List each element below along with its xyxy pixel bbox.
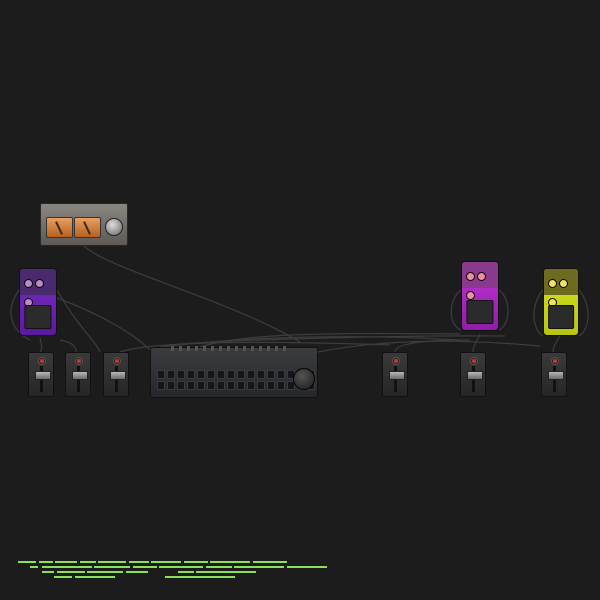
cable [533,289,544,337]
log-line [30,566,330,568]
cable [83,245,301,343]
sequencer-step-button[interactable] [217,381,225,390]
channel-fader-handle[interactable] [72,371,88,380]
pedal-knob[interactable] [35,279,44,288]
pedal-footswitch[interactable] [24,305,52,329]
sequencer-step-button[interactable] [197,381,205,390]
pedal-knob[interactable] [548,279,557,288]
cable-layer [10,245,589,353]
pedal-knob[interactable] [477,272,486,281]
cable [450,289,462,331]
sequencer-step-button[interactable] [247,381,255,390]
channel-fader-handle[interactable] [548,371,564,380]
channel-fader-handle[interactable] [110,371,126,380]
channel-strip[interactable] [460,352,486,397]
channel-led-icon [113,357,121,365]
pedal-control-panel [544,269,578,307]
sequencer-step-button[interactable] [177,381,185,390]
log-line [42,571,302,573]
channel-fader-handle[interactable] [389,371,405,380]
cable [498,289,509,331]
channel-fader-handle[interactable] [35,371,51,380]
sequencer-step-button[interactable] [237,381,245,390]
cable [472,333,481,353]
channel-strip[interactable] [382,352,408,397]
pedal-knob[interactable] [466,291,475,300]
channel-led-icon [392,357,400,365]
channel-led-icon [38,357,46,365]
sequencer-tempo-dial[interactable] [293,368,315,390]
sequencer-row [157,364,317,379]
cable [317,340,541,353]
patch-canvas[interactable] [0,0,600,600]
cable [39,337,43,353]
sequencer-step-button[interactable] [207,381,215,390]
pedal-footswitch[interactable] [466,300,494,324]
cable [59,339,77,353]
channel-fader-handle[interactable] [467,371,483,380]
step-sequencer[interactable] [150,346,318,398]
sequencer-step-button[interactable] [157,381,165,390]
channel-led-icon [470,357,478,365]
cable [56,297,151,351]
cable [578,289,589,337]
sequencer-step-button[interactable] [167,381,175,390]
status-log [18,561,327,581]
pedal-control-panel [20,269,56,307]
log-line [18,561,308,563]
vu-meter-right-window [74,217,101,238]
cable [56,289,101,353]
log-line [54,576,284,578]
pedal-magenta[interactable] [461,261,499,331]
pedal-knob[interactable] [466,272,475,281]
sequencer-step-button[interactable] [187,381,195,390]
channel-strip[interactable] [28,352,54,397]
sequencer-ports [171,346,291,351]
channel-strip[interactable] [103,352,129,397]
cable [552,335,561,353]
pedal-knob[interactable] [559,279,568,288]
channel-led-icon [551,357,559,365]
pedal-purple[interactable] [19,268,57,336]
sequencer-step-button[interactable] [227,381,235,390]
sequencer-step-button[interactable] [257,381,265,390]
pedal-yellow[interactable] [543,268,579,336]
vu-meter-device[interactable] [40,203,128,246]
pedal-control-panel [462,262,498,300]
channel-led-icon [75,357,83,365]
channel-strip[interactable] [541,352,567,397]
pedal-knob[interactable] [24,279,33,288]
sequencer-step-button[interactable] [267,381,275,390]
pedal-footswitch[interactable] [548,305,574,329]
sequencer-step-button[interactable] [277,381,285,390]
vu-meter-knob[interactable] [105,218,123,236]
channel-strip[interactable] [65,352,91,397]
vu-meter-left-window [46,217,73,238]
